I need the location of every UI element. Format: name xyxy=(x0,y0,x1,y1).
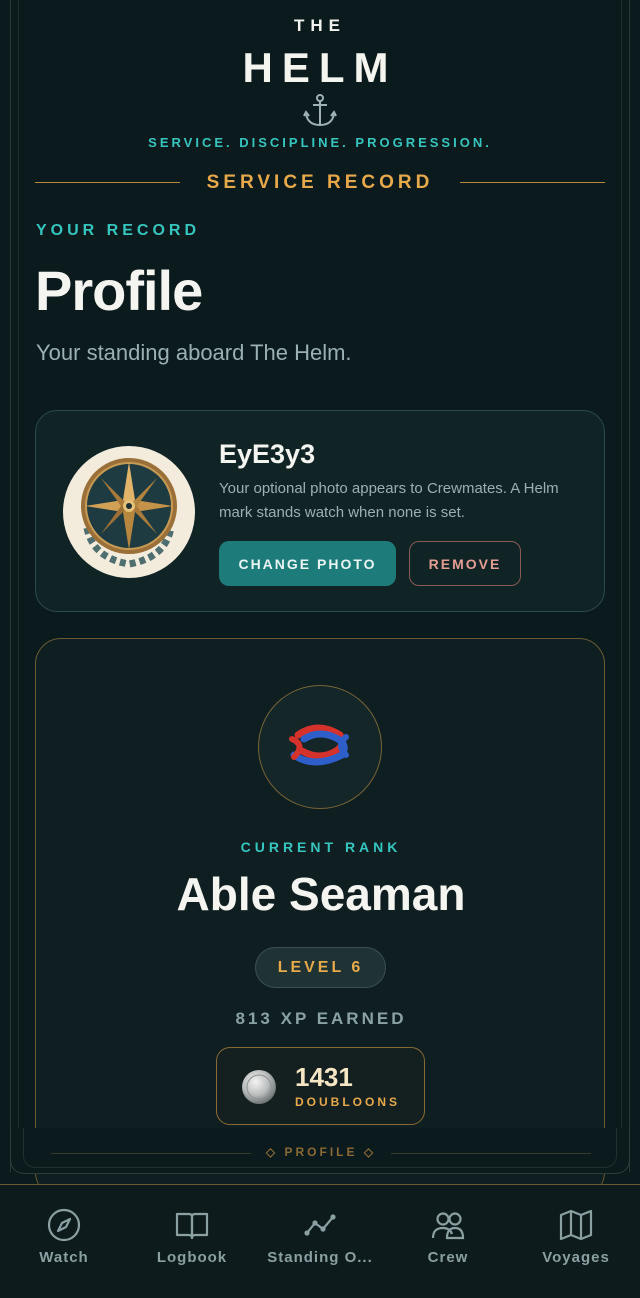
crew-icon xyxy=(431,1212,465,1240)
compass-rose-icon xyxy=(63,446,195,578)
doubloons-badge: 1431 DOUBLOONS xyxy=(216,1047,425,1125)
page-subtitle: Your standing aboard The Helm. xyxy=(36,340,352,365)
username: EyE3y3 xyxy=(219,439,316,469)
doubloons-amount: 1431 xyxy=(295,1062,353,1092)
profile-card: EyE3y3 Your optional photo appears to Cr… xyxy=(35,410,605,612)
profile-footer-strip: ◇ PROFILE ◇ xyxy=(10,1128,630,1174)
brand-the: THE xyxy=(294,16,346,35)
remove-photo-button[interactable]: REMOVE xyxy=(409,541,521,586)
nav-standing[interactable]: Standing O... xyxy=(256,1185,384,1298)
nav-watch[interactable]: Watch xyxy=(0,1185,128,1298)
footer-profile-label: ◇ PROFILE ◇ xyxy=(265,1145,377,1159)
profile-description: Your optional photo appears to Crewmates… xyxy=(219,480,559,521)
knot-icon xyxy=(289,724,349,766)
page-eyebrow: YOUR RECORD xyxy=(36,222,201,239)
nav-label-logbook: Logbook xyxy=(156,1249,228,1266)
brand-name: HELM xyxy=(242,44,398,91)
rank-name: Able Seaman xyxy=(176,868,466,920)
book-icon xyxy=(175,1212,209,1240)
xp-earned: 813 XP EARNED xyxy=(235,1009,407,1028)
anchor-icon xyxy=(303,94,337,127)
section-title: SERVICE RECORD xyxy=(206,172,434,193)
rank-card: CURRENT RANK Able Seaman LEVEL 6 813 XP … xyxy=(35,638,605,1198)
tagline: SERVICE. DISCIPLINE. PROGRESSION. xyxy=(148,135,492,150)
doubloons-label: DOUBLOONS xyxy=(295,1095,400,1109)
nav-logbook[interactable]: Logbook xyxy=(128,1185,256,1298)
change-photo-button[interactable]: CHANGE PHOTO xyxy=(219,541,396,586)
rank-emblem xyxy=(258,685,382,809)
nav-voyages[interactable]: Voyages xyxy=(512,1185,640,1298)
bottom-nav: Watch Logbook Standing O... Crew Voyages xyxy=(0,1184,640,1298)
coin-icon xyxy=(242,1070,276,1104)
nav-crew[interactable]: Crew xyxy=(384,1185,512,1298)
compass-icon xyxy=(47,1208,81,1242)
level-badge: LEVEL 6 xyxy=(255,947,386,988)
page-title: Profile xyxy=(35,259,203,322)
chart-icon xyxy=(304,1214,336,1236)
nav-label-crew: Crew xyxy=(427,1249,469,1266)
nav-label-standing: Standing O... xyxy=(267,1249,373,1266)
section-header: SERVICE RECORD xyxy=(35,170,605,196)
map-icon xyxy=(559,1209,593,1241)
rank-label: CURRENT RANK xyxy=(240,839,402,855)
nav-label-watch: Watch xyxy=(39,1249,89,1266)
nav-label-voyages: Voyages xyxy=(542,1249,610,1266)
section-rule-right xyxy=(460,182,605,183)
